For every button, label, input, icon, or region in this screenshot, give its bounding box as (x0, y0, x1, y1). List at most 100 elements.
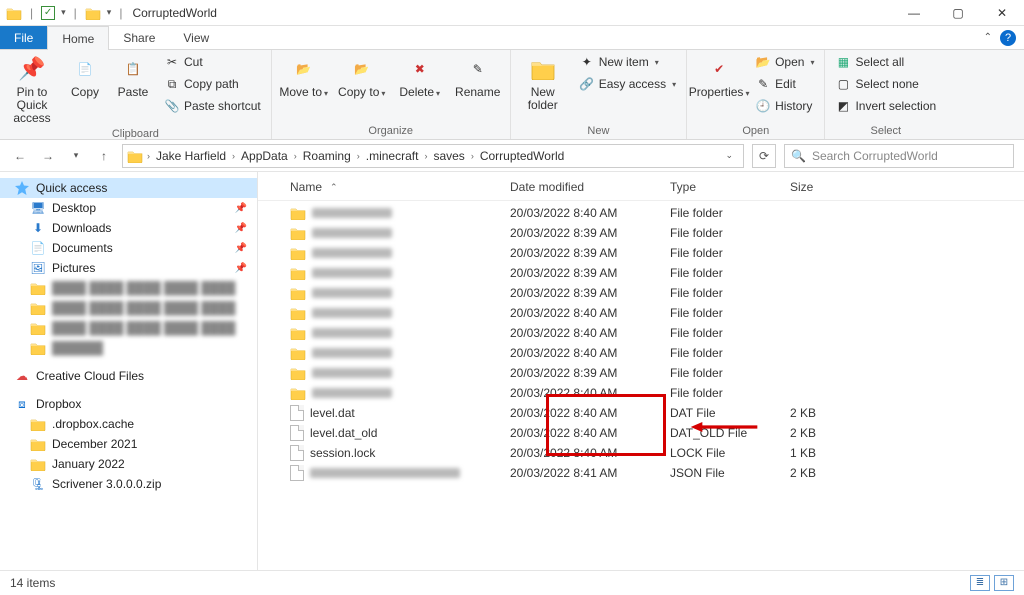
group-label: Open (693, 125, 818, 139)
pin-to-quick-access-button[interactable]: 📌 Pin to Quick access (6, 52, 58, 128)
file-type: DAT File (670, 406, 790, 420)
table-row[interactable]: 20/03/2022 8:39 AMFile folder (258, 283, 1024, 303)
collapse-ribbon-icon[interactable]: ⌃ (984, 32, 992, 43)
close-button[interactable]: ✕ (980, 0, 1024, 26)
sidebar-item-downloads[interactable]: ⬇Downloads📌 (0, 218, 257, 238)
sidebar-item[interactable]: December 2021 (0, 434, 257, 454)
sidebar-item-documents[interactable]: 📄Documents📌 (0, 238, 257, 258)
status-item-count: 14 items (10, 576, 55, 590)
sidebar-item[interactable]: January 2022 (0, 454, 257, 474)
file-type: File folder (670, 266, 790, 280)
table-row[interactable]: 20/03/2022 8:39 AMFile folder (258, 263, 1024, 283)
new-item-button[interactable]: ✦New item▾ (575, 52, 680, 72)
up-button[interactable]: ↑ (94, 146, 114, 166)
table-row[interactable]: level.dat_old20/03/2022 8:40 AMDAT_OLD F… (258, 423, 1024, 443)
table-row[interactable]: 20/03/2022 8:40 AMFile folder (258, 323, 1024, 343)
column-header-date[interactable]: Date modified (510, 180, 670, 194)
tab-share[interactable]: Share (109, 26, 169, 49)
maximize-button[interactable]: ▢ (936, 0, 980, 26)
invert-selection-button[interactable]: ◩Invert selection (831, 96, 940, 116)
downloads-icon: ⬇ (30, 221, 46, 235)
easy-access-button[interactable]: 🔗Easy access▾ (575, 74, 680, 94)
sidebar-item-dropbox[interactable]: ⧈Dropbox (0, 394, 257, 414)
details-view-button[interactable]: ≣ (970, 575, 990, 591)
rename-icon: ✎ (463, 54, 493, 84)
column-header-name[interactable]: Name⌃ (290, 180, 510, 194)
sidebar-item-quick-access[interactable]: Quick access (0, 178, 257, 198)
breadcrumb-segment[interactable]: saves (429, 149, 468, 163)
delete-button[interactable]: ✖ Delete▾ (394, 52, 446, 101)
column-header-type[interactable]: Type (670, 180, 790, 194)
file-date: 20/03/2022 8:39 AM (510, 266, 670, 280)
sidebar-item[interactable]: ████ ████ ████ ████ ████ (0, 278, 257, 298)
sidebar-item[interactable]: ██████ (0, 338, 257, 358)
tab-view[interactable]: View (169, 26, 223, 49)
sidebar-item[interactable]: ████ ████ ████ ████ ████ (0, 318, 257, 338)
folder-icon (290, 286, 306, 300)
table-row[interactable]: 20/03/2022 8:39 AMFile folder (258, 363, 1024, 383)
file-date: 20/03/2022 8:39 AM (510, 226, 670, 240)
file-name: level.dat_old (310, 426, 377, 440)
window-title: CorruptedWorld (132, 6, 216, 20)
recent-dropdown[interactable]: ▾ (66, 146, 86, 166)
back-button[interactable]: ← (10, 146, 30, 166)
table-row[interactable]: 20/03/2022 8:39 AMFile folder (258, 223, 1024, 243)
file-date: 20/03/2022 8:40 AM (510, 206, 670, 220)
move-to-icon: 📂 (289, 54, 319, 84)
table-row[interactable]: level.dat20/03/2022 8:40 AMDAT File2 KB (258, 403, 1024, 423)
file-size: 2 KB (790, 426, 870, 440)
paste-shortcut-button[interactable]: 📎Paste shortcut (160, 96, 265, 116)
tab-file[interactable]: File (0, 26, 47, 49)
sidebar-item-desktop[interactable]: 🖥Desktop📌 (0, 198, 257, 218)
sidebar-item[interactable]: 🗜Scrivener 3.0.0.0.zip (0, 474, 257, 494)
table-row[interactable]: 20/03/2022 8:40 AMFile folder (258, 203, 1024, 223)
minimize-button[interactable]: — (892, 0, 936, 26)
edit-button[interactable]: ✎Edit (751, 74, 818, 94)
file-name: session.lock (310, 446, 375, 460)
folder-icon (30, 321, 46, 335)
breadcrumb-segment[interactable]: .minecraft (362, 149, 423, 163)
open-button[interactable]: 📂Open▾ (751, 52, 818, 72)
qat-checkbox-icon[interactable]: ✓ (41, 6, 55, 20)
history-button[interactable]: 🕘History (751, 96, 818, 116)
search-input[interactable]: 🔍 Search CorruptedWorld (784, 144, 1014, 168)
breadcrumb-dropdown-icon[interactable]: ⌄ (719, 150, 739, 161)
qat-dropdown-icon[interactable]: ▾ (61, 7, 66, 18)
cut-button[interactable]: ✂Cut (160, 52, 265, 72)
breadcrumb-segment[interactable]: CorruptedWorld (476, 149, 568, 163)
sidebar-item[interactable]: ████ ████ ████ ████ ████ (0, 298, 257, 318)
table-row[interactable]: 20/03/2022 8:40 AMFile folder (258, 303, 1024, 323)
documents-icon: 📄 (30, 241, 46, 255)
select-none-button[interactable]: ▢Select none (831, 74, 940, 94)
sidebar-item-creative-cloud[interactable]: ☁Creative Cloud Files (0, 366, 257, 386)
properties-button[interactable]: ✔ Properties▾ (693, 52, 745, 101)
move-to-button[interactable]: 📂 Move to▾ (278, 52, 330, 101)
table-row[interactable]: 20/03/2022 8:40 AMFile folder (258, 383, 1024, 403)
breadcrumb-segment[interactable]: AppData (237, 149, 292, 163)
icons-view-button[interactable]: ⊞ (994, 575, 1014, 591)
breadcrumb[interactable]: › Jake Harfield› AppData› Roaming› .mine… (122, 144, 744, 168)
qat-dropdown-icon[interactable]: ▾ (107, 7, 112, 18)
breadcrumb-segment[interactable]: Jake Harfield (152, 149, 230, 163)
copy-button[interactable]: 📄 Copy (64, 52, 106, 101)
sidebar-item-pictures[interactable]: 🖼Pictures📌 (0, 258, 257, 278)
star-icon (14, 181, 30, 195)
paste-button[interactable]: 📋 Paste (112, 52, 154, 101)
refresh-button[interactable]: ⟳ (752, 144, 776, 168)
copy-to-button[interactable]: 📂 Copy to▾ (336, 52, 388, 101)
table-row[interactable]: 20/03/2022 8:41 AMJSON File2 KB (258, 463, 1024, 483)
help-icon[interactable]: ? (1000, 30, 1016, 46)
select-all-button[interactable]: ▦Select all (831, 52, 940, 72)
table-row[interactable]: session.lock20/03/2022 8:40 AMLOCK File1… (258, 443, 1024, 463)
table-row[interactable]: 20/03/2022 8:40 AMFile folder (258, 343, 1024, 363)
tab-home[interactable]: Home (47, 26, 109, 50)
new-folder-button[interactable]: New folder (517, 52, 569, 114)
pin-icon: 📌 (235, 203, 247, 214)
column-header-size[interactable]: Size (790, 180, 870, 194)
sidebar-item[interactable]: .dropbox.cache (0, 414, 257, 434)
rename-button[interactable]: ✎ Rename (452, 52, 504, 101)
forward-button[interactable]: → (38, 146, 58, 166)
table-row[interactable]: 20/03/2022 8:39 AMFile folder (258, 243, 1024, 263)
breadcrumb-segment[interactable]: Roaming (299, 149, 355, 163)
copy-path-button[interactable]: ⧉Copy path (160, 74, 265, 94)
